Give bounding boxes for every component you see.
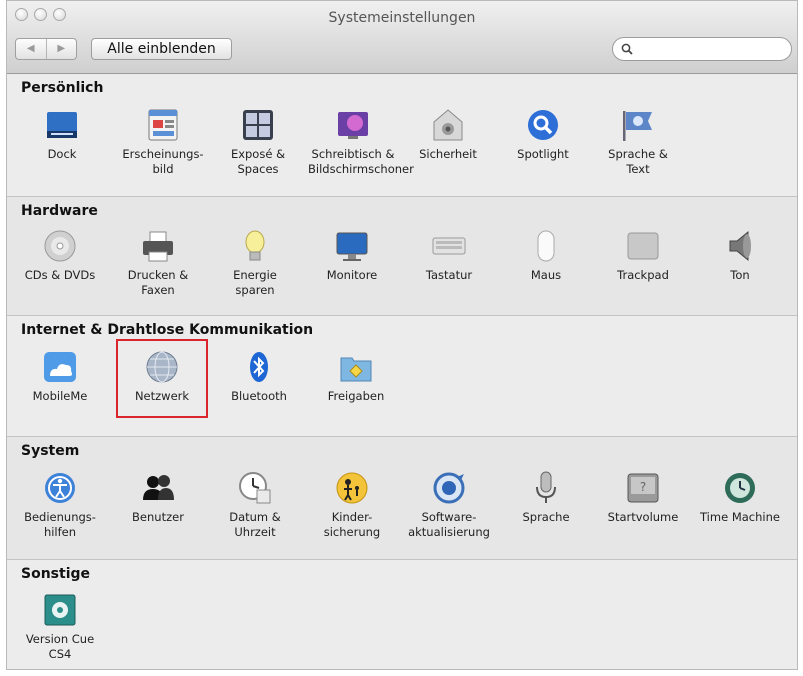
pref-energy-saver[interactable]: Energie sparen — [210, 228, 300, 298]
dock-icon — [44, 107, 80, 143]
language-text-icon — [620, 107, 656, 143]
security-icon — [430, 107, 466, 143]
pref-sound[interactable]: Ton — [695, 228, 785, 283]
parental-controls-icon — [334, 470, 370, 506]
pref-expose-spaces[interactable]: Exposé & Spaces — [213, 107, 303, 177]
pref-security[interactable]: Sicherheit — [403, 107, 493, 162]
startup-disk-icon: ? — [625, 470, 661, 506]
bluetooth-icon — [241, 349, 277, 385]
pref-spotlight[interactable]: Spotlight — [498, 107, 588, 162]
show-all-button[interactable]: Alle einblenden — [91, 38, 232, 60]
speech-icon — [528, 470, 564, 506]
speaker-icon — [722, 228, 758, 264]
back-button[interactable]: ◀ — [16, 39, 46, 59]
pref-dock[interactable]: Dock — [17, 107, 107, 162]
pref-cds-dvds[interactable]: CDs & DVDs — [15, 228, 105, 283]
pref-language-text[interactable]: Sprache & Text — [593, 107, 683, 177]
pref-trackpad[interactable]: Trackpad — [598, 228, 688, 283]
accessibility-icon — [42, 470, 78, 506]
pref-monitors[interactable]: Monitore — [307, 228, 397, 283]
section-title-other: Sonstige — [21, 566, 91, 582]
window-title: Systemeinstellungen — [328, 10, 476, 26]
forward-button[interactable]: ▶ — [45, 39, 77, 59]
desktop-screensaver-icon — [335, 107, 371, 143]
back-forward-control: ◀ ▶ — [15, 38, 77, 60]
pref-print-fax[interactable]: Drucken & Faxen — [113, 228, 203, 298]
sharing-icon — [338, 349, 374, 385]
keyboard-icon — [431, 228, 467, 264]
section-title-system: System — [21, 443, 80, 459]
section-title-personal: Persönlich — [21, 80, 104, 96]
users-icon — [140, 470, 176, 506]
version-cue-icon — [42, 592, 78, 628]
pref-parental-controls[interactable]: Kinder- sicherung — [307, 470, 397, 540]
pref-bluetooth[interactable]: Bluetooth — [214, 349, 304, 404]
expose-spaces-icon — [240, 107, 276, 143]
pref-mobileme[interactable]: MobileMe — [15, 349, 105, 404]
mouse-icon — [528, 228, 564, 264]
time-machine-icon — [722, 470, 758, 506]
mobileme-icon — [42, 349, 78, 385]
pref-keyboard[interactable]: Tastatur — [404, 228, 494, 283]
pref-users[interactable]: Benutzer — [113, 470, 203, 525]
pref-accessibility[interactable]: Bedienungs- hilfen — [15, 470, 105, 540]
appearance-icon — [145, 107, 181, 143]
pref-startup-disk[interactable]: ? Startvolume — [598, 470, 688, 525]
printer-icon — [140, 228, 176, 264]
date-time-icon — [237, 470, 273, 506]
pref-version-cue[interactable]: Version Cue CS4 — [15, 592, 105, 662]
toolbar: Systemeinstellungen ◀ ▶ Alle einblenden — [7, 1, 797, 74]
section-title-hardware: Hardware — [21, 203, 98, 219]
system-preferences-window: Systemeinstellungen ◀ ▶ Alle einblenden … — [6, 0, 798, 670]
pref-software-update[interactable]: Software- aktualisierung — [404, 470, 494, 540]
pref-speech[interactable]: Sprache — [501, 470, 591, 525]
cd-dvd-icon — [42, 228, 78, 264]
energy-saver-icon — [237, 228, 273, 264]
highlight-box — [116, 339, 208, 418]
pref-date-time[interactable]: Datum & Uhrzeit — [210, 470, 300, 540]
pref-appearance[interactable]: Erscheinungs- bild — [118, 107, 208, 177]
section-title-internet: Internet & Drahtlose Kommunikation — [21, 322, 314, 338]
pref-mouse[interactable]: Maus — [501, 228, 591, 283]
spotlight-icon — [525, 107, 561, 143]
pref-sharing[interactable]: Freigaben — [311, 349, 401, 404]
monitor-icon — [334, 228, 370, 264]
search-icon — [621, 43, 633, 55]
search-field[interactable] — [612, 37, 792, 61]
trackpad-icon — [625, 228, 661, 264]
pref-time-machine[interactable]: Time Machine — [695, 470, 785, 525]
pref-desktop-screensaver[interactable]: Schreibtisch & Bildschirmschoner — [308, 107, 414, 177]
software-update-icon — [431, 470, 467, 506]
section-other: Sonstige — [7, 560, 797, 669]
svg-text:?: ? — [640, 480, 646, 494]
